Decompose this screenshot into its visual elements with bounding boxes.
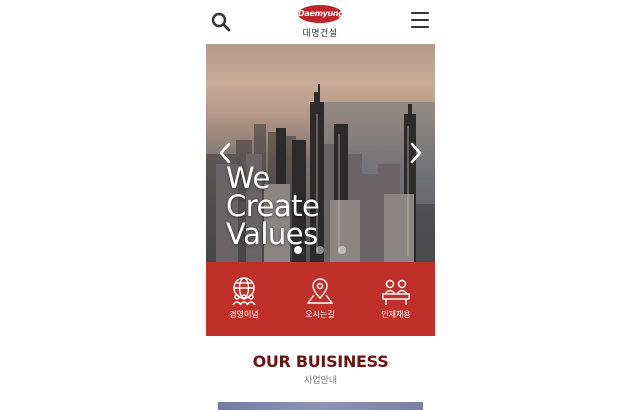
search-button[interactable] — [210, 11, 232, 33]
map-pin-icon — [306, 278, 334, 304]
hero-line: Values — [226, 217, 318, 251]
hamburger-menu-icon — [411, 12, 429, 28]
quick-item-management[interactable]: 경영이념 — [206, 262, 282, 336]
quick-item-label: 인재채용 — [381, 310, 411, 319]
mobile-page: Daemyung 대명건설 We Create Values 경영이념 오시는길… — [206, 0, 435, 410]
hero-line: Create — [226, 189, 320, 223]
globe-people-icon — [232, 277, 256, 306]
quick-menu: 경영이념 오시는길 인재채용 — [206, 262, 435, 336]
hero-line: We — [226, 161, 270, 195]
chevron-right-icon — [410, 142, 422, 164]
business-image[interactable] — [218, 402, 423, 410]
quick-item-label: 경영이념 — [229, 310, 259, 319]
logo-mark: Daemyung — [298, 5, 344, 23]
section-title: OUR BUISINESS — [252, 352, 389, 371]
quick-item-recruit[interactable]: 인재채용 — [358, 262, 434, 336]
quick-item-directions[interactable]: 오시는길 — [282, 262, 358, 336]
hero-headline: We Create Values — [226, 161, 320, 251]
slide-dot-3[interactable] — [338, 246, 346, 254]
next-slide-button[interactable] — [409, 142, 423, 164]
hero-slider[interactable]: We Create Values — [206, 44, 435, 262]
menu-button[interactable] — [411, 12, 429, 32]
search-icon — [211, 12, 231, 32]
slide-indicators — [294, 246, 354, 256]
people-desk-icon — [382, 279, 410, 305]
site-logo[interactable]: Daemyung 대명건설 — [296, 5, 344, 39]
slide-dot-1[interactable] — [294, 246, 302, 254]
section-subtitle: 사업안내 — [303, 376, 338, 386]
slide-dot-2[interactable] — [316, 246, 324, 254]
quick-item-label: 오시는길 — [305, 310, 335, 319]
logo-subtitle: 대명건설 — [302, 29, 338, 39]
site-header: Daemyung 대명건설 — [206, 0, 435, 44]
